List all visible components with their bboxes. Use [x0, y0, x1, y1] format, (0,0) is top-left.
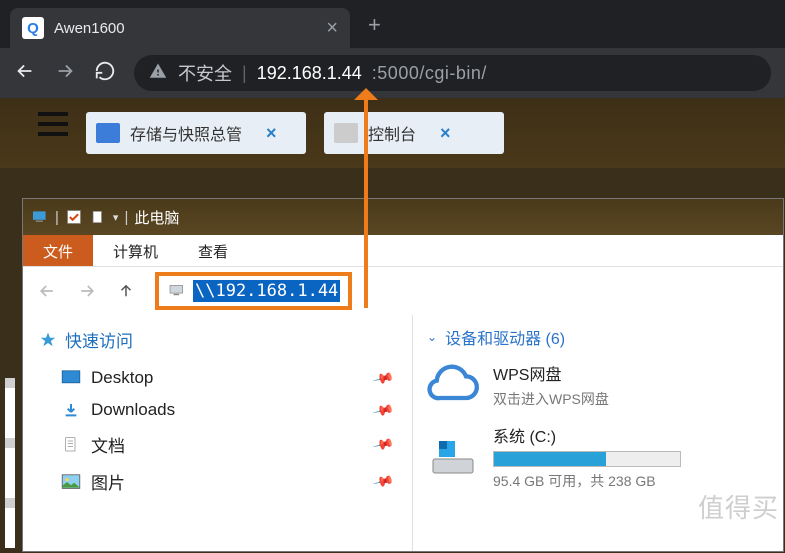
device-wps[interactable]: WPS网盘 双击进入WPS网盘	[427, 361, 769, 409]
browser-tab-strip: Q Awen1600 × +	[0, 0, 785, 48]
pin-icon[interactable]: 📌	[371, 433, 395, 456]
sidebar-item-desktop[interactable]: Desktop 📌	[39, 362, 396, 394]
quick-access-label: 快速访问	[65, 327, 133, 352]
group-header-label: 设备和驱动器 (6)	[445, 325, 565, 349]
explorer-up-button[interactable]	[117, 281, 135, 301]
app-tab-console[interactable]: 控制台 ×	[324, 112, 504, 154]
explorer-address-value[interactable]: \\192.168.1.44	[193, 280, 340, 302]
annotation-arrow	[364, 90, 368, 308]
sidebar-item-label: 图片	[91, 469, 125, 494]
close-icon[interactable]: ×	[266, 123, 277, 144]
url-path: :5000/cgi-bin/	[372, 63, 487, 84]
storage-icon	[96, 123, 120, 143]
pc-icon	[31, 210, 49, 224]
sidebar-quick-access[interactable]: 快速访问	[39, 327, 396, 352]
app-tab-storage[interactable]: 存储与快照总管 ×	[86, 112, 306, 154]
console-icon	[334, 123, 358, 143]
forward-button	[54, 60, 76, 87]
window-title: 此电脑	[134, 207, 179, 228]
hamburger-menu[interactable]	[38, 112, 68, 136]
picture-icon	[61, 474, 81, 490]
url-host: 192.168.1.44	[257, 63, 362, 84]
pin-icon[interactable]: 📌	[371, 398, 395, 421]
device-sub: 95.4 GB 可用，共 238 GB	[493, 471, 681, 491]
desktop-icon	[61, 370, 81, 386]
sidebar-item-pictures[interactable]: 图片 📌	[39, 463, 396, 500]
drive-usage-bar	[493, 451, 681, 467]
pc-icon	[167, 284, 187, 298]
explorer-sidebar: 快速访问 Desktop 📌 Downloads 📌 文档 📌 图片 📌	[23, 315, 413, 551]
drive-icon	[427, 435, 479, 479]
app-header: 存储与快照总管 × 控制台 ×	[0, 98, 785, 168]
app-tab-label: 控制台	[368, 121, 416, 145]
site-icon: Q	[22, 17, 44, 39]
cloud-icon	[427, 363, 479, 407]
sidebar-item-documents[interactable]: 文档 📌	[39, 426, 396, 463]
app-tab-label: 存储与快照总管	[130, 121, 242, 145]
sidebar-item-label: Downloads	[91, 400, 175, 420]
separator: |	[242, 63, 247, 84]
ribbon-tabs: 文件 计算机 查看	[23, 235, 783, 267]
sidebar-item-label: 文档	[91, 432, 125, 457]
explorer-forward-button	[77, 281, 97, 301]
qat-separator: |	[55, 209, 59, 226]
qat-dropdown-icon[interactable]: ▾	[113, 211, 119, 224]
explorer-nav-row: \\192.168.1.44	[23, 267, 783, 315]
properties-icon[interactable]	[89, 210, 107, 224]
security-label: 不安全	[178, 60, 232, 86]
device-name: WPS网盘	[493, 361, 609, 385]
close-tab-icon[interactable]: ×	[326, 17, 338, 40]
back-button[interactable]	[14, 60, 36, 87]
explorer-back-button	[37, 281, 57, 301]
sidebar-item-label: Desktop	[91, 368, 153, 388]
menu-computer[interactable]: 计算机	[93, 235, 178, 266]
reload-button[interactable]	[94, 60, 116, 87]
new-tab-button[interactable]: +	[368, 12, 381, 38]
chevron-down-icon: ⌄	[427, 330, 437, 344]
browser-tab[interactable]: Q Awen1600 ×	[10, 8, 350, 48]
device-system-c[interactable]: 系统 (C:) 95.4 GB 可用，共 238 GB	[427, 423, 769, 491]
download-icon	[61, 402, 81, 418]
left-edge-strip	[5, 378, 15, 548]
device-name: 系统 (C:)	[493, 423, 681, 447]
document-icon	[61, 437, 81, 453]
address-bar[interactable]: 不安全 | 192.168.1.44 :5000/cgi-bin/	[134, 55, 771, 91]
not-secure-icon	[148, 62, 168, 85]
file-explorer-window: | ▾ | 此电脑 文件 计算机 查看 \\192.168.1.44 快速访问	[22, 198, 784, 552]
group-header-devices[interactable]: ⌄ 设备和驱动器 (6)	[427, 325, 769, 349]
browser-toolbar: 不安全 | 192.168.1.44 :5000/cgi-bin/	[0, 48, 785, 98]
tab-title: Awen1600	[54, 20, 125, 37]
menu-file[interactable]: 文件	[23, 235, 93, 266]
window-titlebar[interactable]: | ▾ | 此电脑	[23, 199, 783, 235]
qat-separator: |	[124, 209, 128, 226]
checkbox-icon[interactable]	[65, 210, 83, 224]
device-sub: 双击进入WPS网盘	[493, 389, 609, 409]
watermark: 值得买	[698, 488, 779, 525]
sidebar-item-downloads[interactable]: Downloads 📌	[39, 394, 396, 426]
pin-icon[interactable]: 📌	[371, 366, 395, 389]
close-icon[interactable]: ×	[440, 123, 451, 144]
menu-view[interactable]: 查看	[178, 235, 248, 266]
pin-icon[interactable]: 📌	[371, 470, 395, 493]
star-icon	[39, 331, 57, 349]
explorer-address-box[interactable]: \\192.168.1.44	[155, 272, 352, 310]
